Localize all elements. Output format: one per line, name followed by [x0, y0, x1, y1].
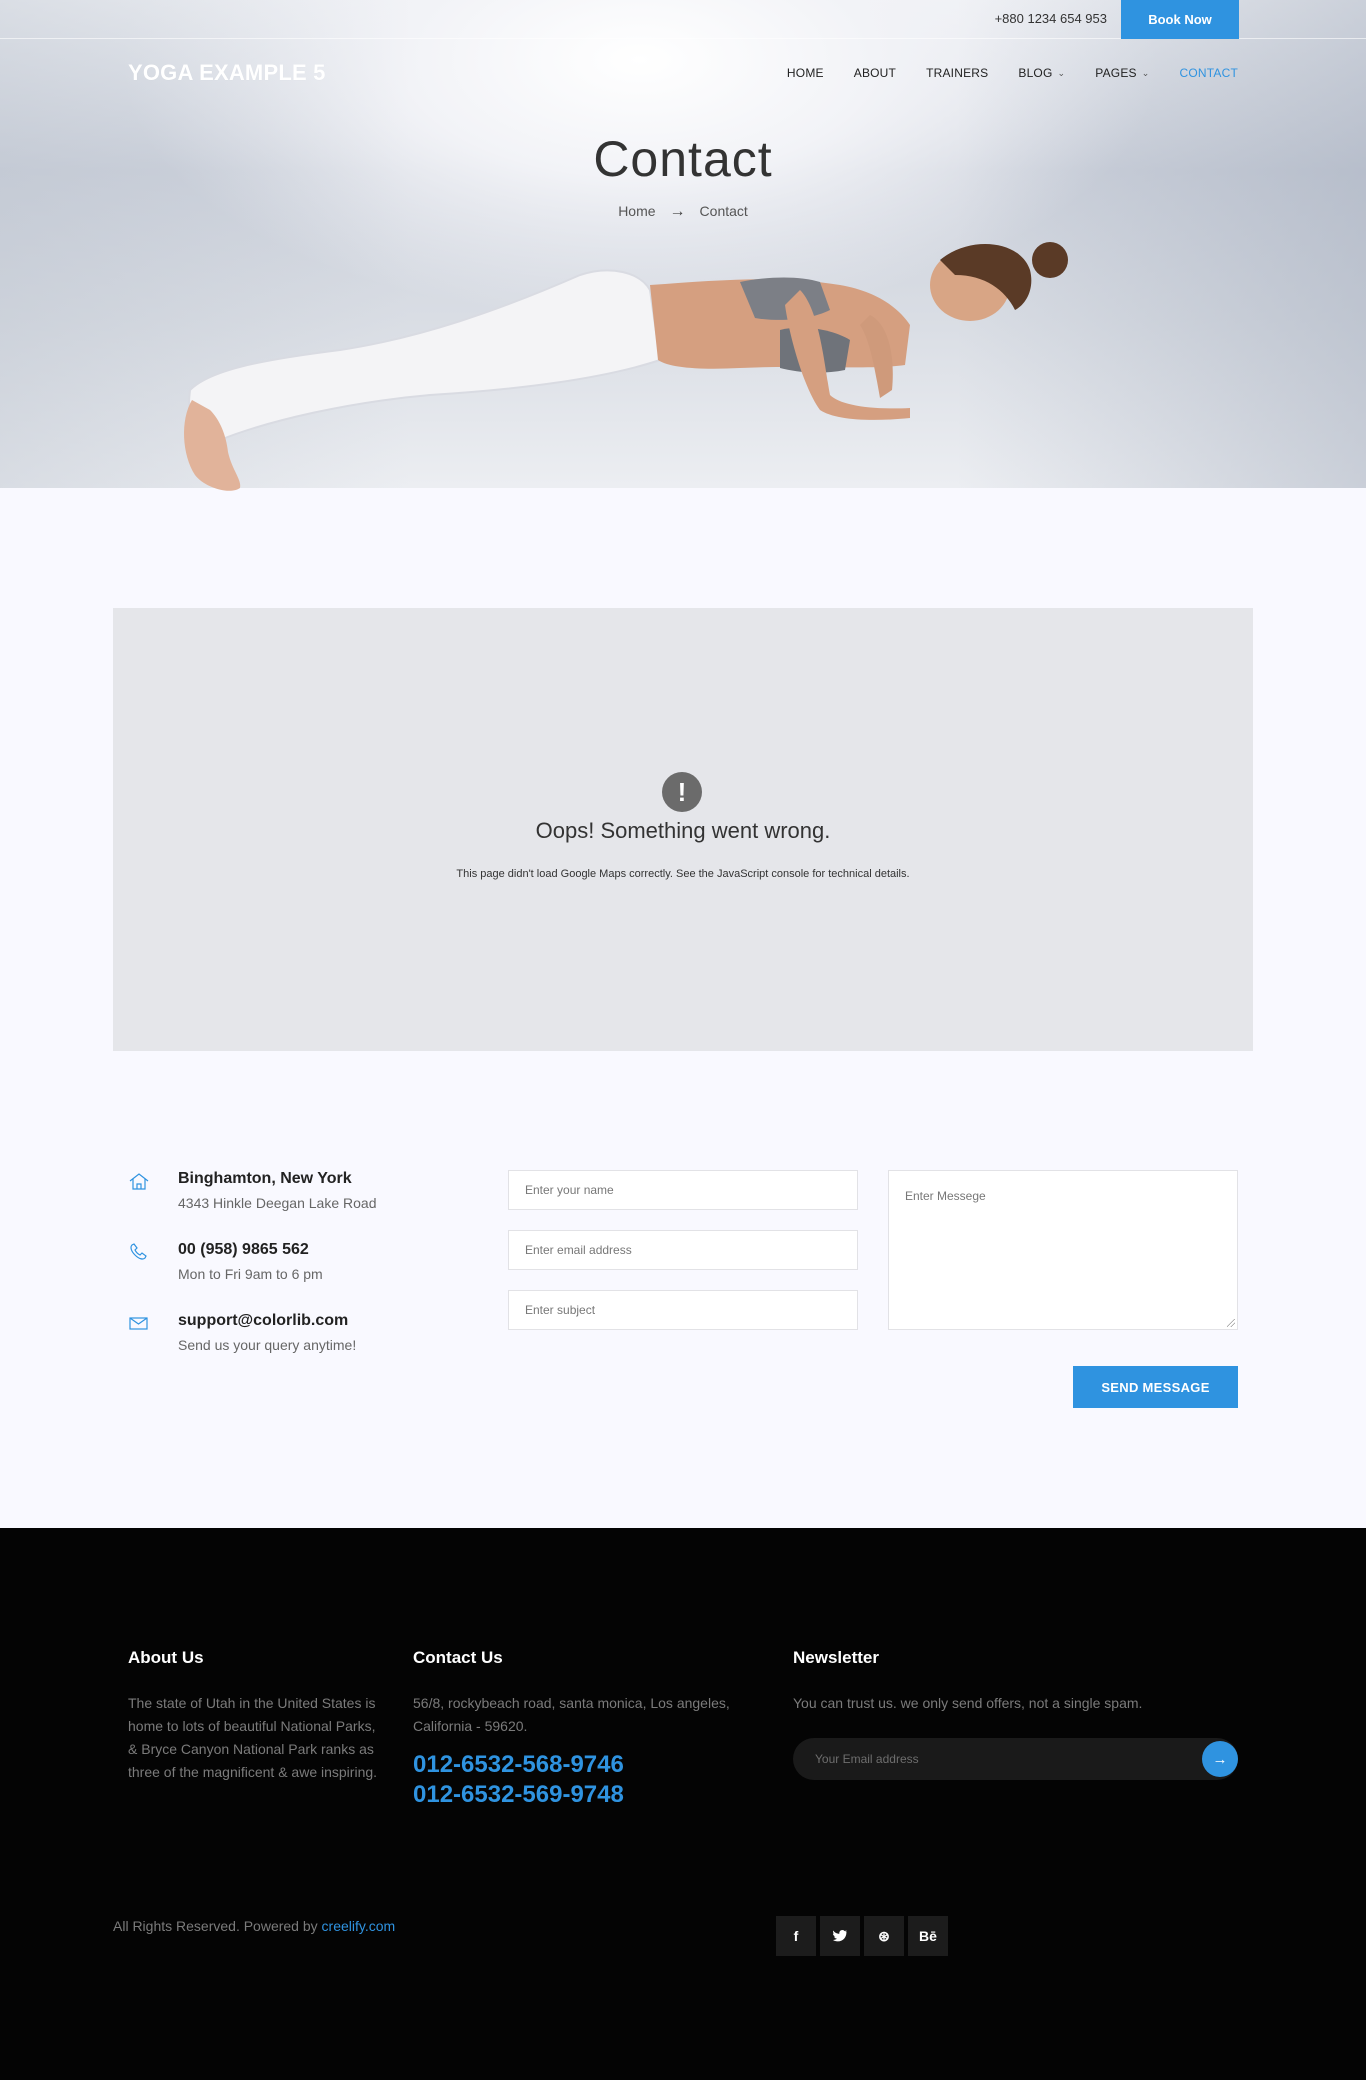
social-links: f ⊛ Bē	[776, 1916, 948, 1956]
footer-contact-address: 56/8, rockybeach road, santa monica, Los…	[413, 1695, 730, 1734]
footer-newsletter-title: Newsletter	[793, 1648, 879, 1667]
site-logo[interactable]: YOGA EXAMPLE 5	[128, 60, 326, 86]
newsletter-submit-button[interactable]: →	[1202, 1741, 1238, 1777]
contact-info-title: Binghamton, New York	[178, 1170, 352, 1187]
nav-item-home[interactable]: HOME	[787, 66, 824, 80]
map-error-detail: This page didn't load Google Maps correc…	[456, 868, 910, 880]
name-field[interactable]: Enter your name	[508, 1170, 858, 1210]
copyright-text: All Rights Reserved. Powered by	[113, 1918, 322, 1934]
copyright-link[interactable]: creelify.com	[322, 1918, 396, 1934]
mail-icon	[129, 1317, 148, 1330]
footer-contact: Contact Us 56/8, rockybeach road, santa …	[413, 1648, 743, 1810]
contact-info-item: Binghamton, New York 4343 Hinkle Deegan …	[128, 1168, 458, 1239]
yoga-pose-image	[184, 242, 1068, 491]
nav-label: TRAINERS	[926, 66, 989, 80]
behance-icon[interactable]: Bē	[908, 1916, 948, 1956]
footer-about-text: The state of Utah in the United States i…	[128, 1695, 378, 1780]
nav-item-blog[interactable]: BLOG ⌄	[1018, 66, 1065, 80]
arrow-right-icon: →	[1212, 1750, 1228, 1768]
nav-item-trainers[interactable]: TRAINERS	[926, 66, 988, 80]
top-phone: +880 1234 654 953	[994, 11, 1107, 26]
nav-label: ABOUT	[853, 66, 897, 80]
facebook-icon[interactable]: f	[776, 1916, 816, 1956]
contact-info-sub: 4343 Hinkle Deegan Lake Road	[178, 1195, 377, 1211]
map-embed[interactable]: ! Oops! Something went wrong. This page …	[113, 608, 1253, 1051]
home-icon	[129, 1173, 149, 1190]
contact-info-title: 00 (958) 9865 562	[178, 1241, 309, 1258]
contact-info-title: support@colorlib.com	[178, 1312, 349, 1329]
main-nav: HOME ABOUT TRAINERS BLOG ⌄ PAGES ⌄ CONTACT	[757, 66, 1238, 80]
footer-phones: 012-6532-568-9746 012-6532-569-9748	[413, 1750, 743, 1810]
map-error-title: Oops! Something went wrong.	[535, 818, 831, 843]
resize-handle-icon[interactable]	[1227, 1319, 1235, 1327]
twitter-icon[interactable]	[820, 1916, 860, 1956]
footer-about: About Us The state of Utah in the United…	[128, 1648, 383, 1784]
contact-info: Binghamton, New York 4343 Hinkle Deegan …	[128, 1168, 458, 1381]
email-field[interactable]: Enter email address	[508, 1230, 858, 1270]
top-bar: +880 1234 654 953 Book Now	[0, 0, 1366, 39]
breadcrumb: Home → Contact	[0, 203, 1366, 221]
nav-label: PAGES	[1095, 66, 1137, 80]
newsletter-email-input[interactable]: Your Email address	[793, 1738, 1238, 1780]
nav-item-contact[interactable]: CONTACT	[1179, 66, 1238, 80]
arrow-right-icon: →	[669, 203, 686, 220]
footer-phone-2[interactable]: 012-6532-569-9748	[413, 1780, 743, 1810]
message-field[interactable]: Enter Messege	[888, 1170, 1238, 1330]
nav-item-about[interactable]: ABOUT	[854, 66, 896, 80]
book-now-button[interactable]: Book Now	[1121, 0, 1239, 39]
footer-newsletter: Newsletter You can trust us. we only sen…	[793, 1648, 1238, 1715]
footer-about-title: About Us	[128, 1648, 204, 1667]
nav-label: HOME	[786, 66, 824, 80]
twitter-bird-glyph	[833, 1930, 847, 1942]
chevron-down-icon: ⌄	[1141, 67, 1150, 78]
subject-field[interactable]: Enter subject	[508, 1290, 858, 1330]
contact-info-item: 00 (958) 9865 562 Mon to Fri 9am to 6 pm	[128, 1239, 458, 1310]
message-placeholder: Enter Messege	[905, 1189, 986, 1203]
error-icon: !	[662, 772, 702, 812]
breadcrumb-home[interactable]: Home	[618, 203, 655, 221]
chevron-down-icon: ⌄	[1057, 67, 1066, 78]
breadcrumb-current: Contact	[699, 203, 748, 219]
contact-info-sub: Mon to Fri 9am to 6 pm	[178, 1266, 323, 1282]
footer-contact-title: Contact Us	[413, 1648, 503, 1667]
contact-info-item: support@colorlib.com Send us your query …	[128, 1310, 458, 1381]
send-message-button[interactable]: SEND MESSAGE	[1073, 1366, 1238, 1408]
copyright: All Rights Reserved. Powered by creelify…	[113, 1918, 395, 1934]
footer-phone-1[interactable]: 012-6532-568-9746	[413, 1750, 743, 1780]
nav-item-pages[interactable]: PAGES ⌄	[1095, 66, 1149, 80]
contact-info-sub: Send us your query anytime!	[178, 1337, 357, 1353]
footer-newsletter-text: You can trust us. we only send offers, n…	[793, 1695, 1143, 1711]
page-title: Contact	[593, 131, 773, 187]
nav-label: BLOG	[1018, 66, 1053, 80]
dribbble-icon[interactable]: ⊛	[864, 1916, 904, 1956]
nav-label: CONTACT	[1179, 66, 1238, 80]
phone-icon	[130, 1243, 147, 1260]
